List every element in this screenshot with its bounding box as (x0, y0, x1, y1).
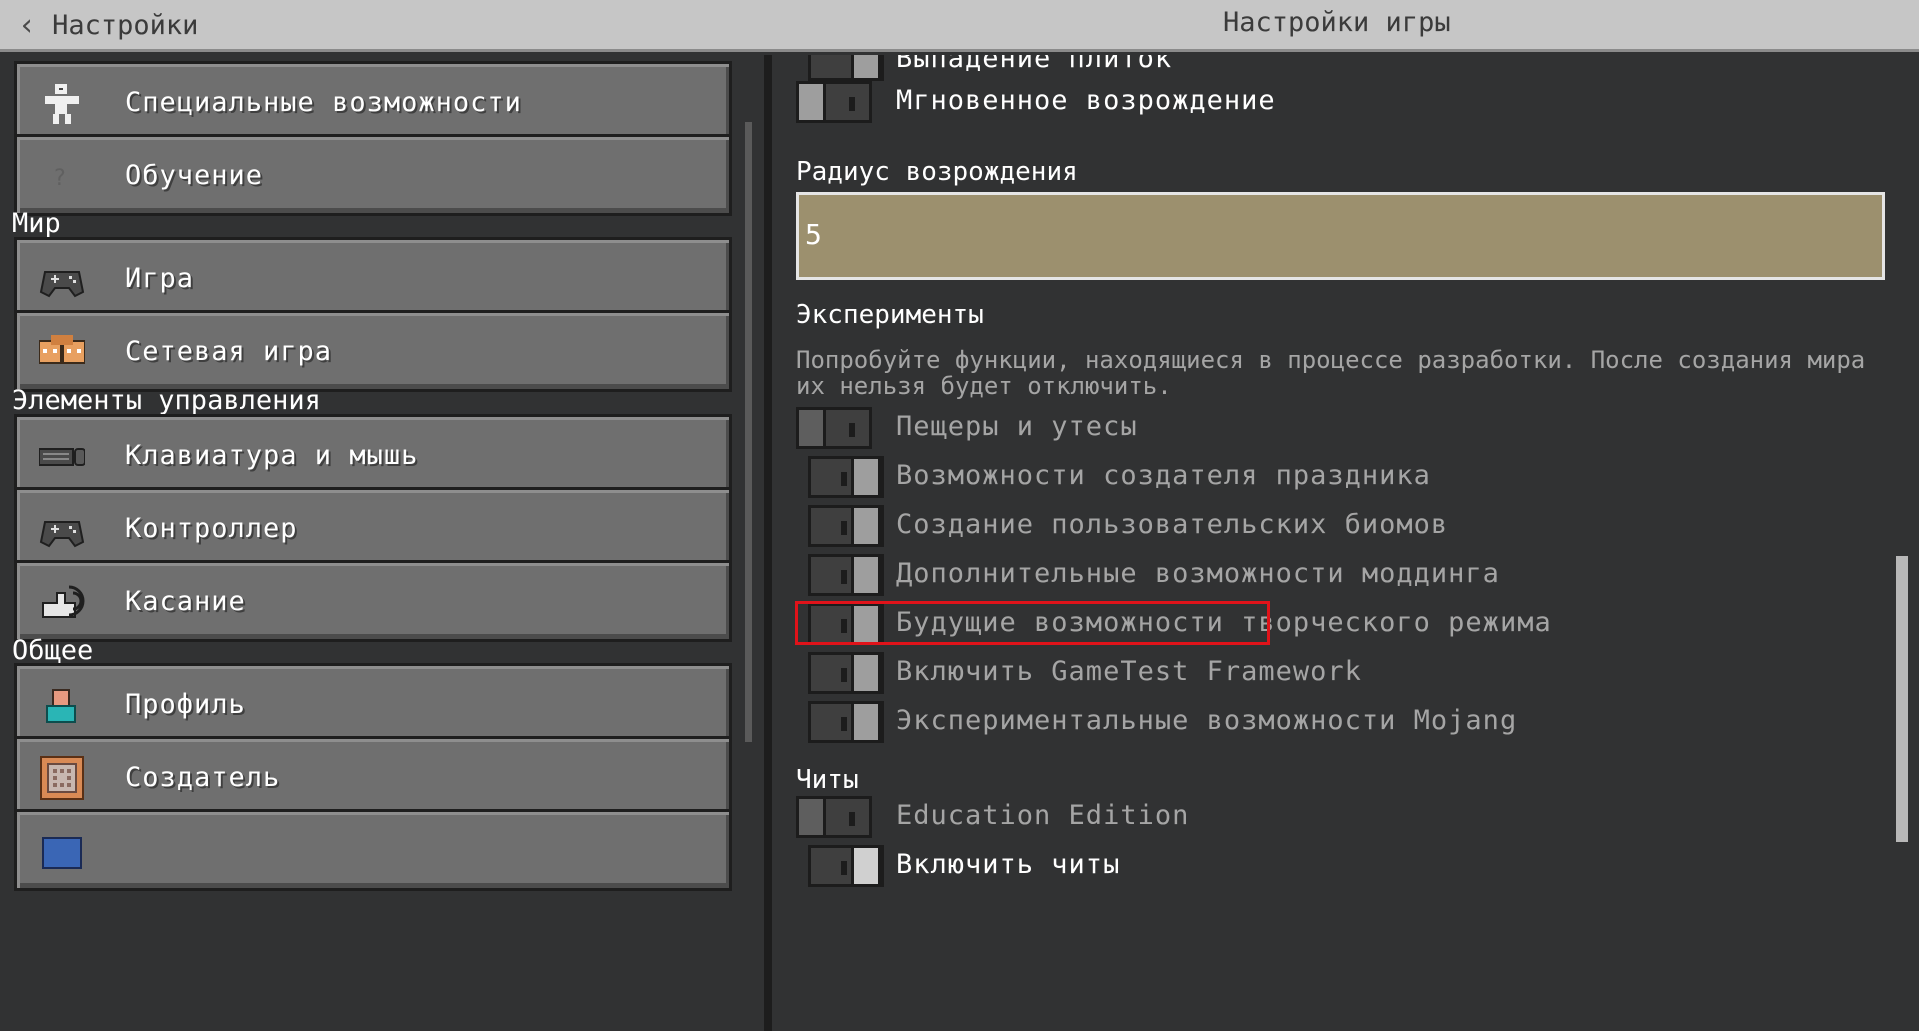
toggle-pip (849, 423, 855, 437)
instant-respawn-toggle[interactable] (796, 81, 872, 123)
cheats-heading: Читы (796, 765, 859, 795)
section-heading-general: Общее (12, 635, 94, 666)
sidebar-item-label: Сетевая игра (125, 335, 333, 367)
option-label: Пещеры и утесы (896, 411, 1138, 442)
toggle-pip (841, 717, 847, 731)
toggle-knob (851, 845, 881, 887)
toggle-knob (796, 796, 826, 838)
sidebar-item-label: Контроллер (125, 512, 298, 544)
experiments-description: Попробуйте функции, находящиеся в процес… (796, 346, 1866, 400)
toggle-knob (851, 554, 881, 596)
page-title: Настройки игры (1223, 7, 1451, 38)
tile-drops-toggle[interactable] (808, 55, 884, 81)
sidebar-item-multiplayer[interactable]: Сетевая игра (14, 310, 732, 392)
toggle-knob (851, 456, 881, 498)
gamepad-icon (39, 271, 85, 298)
option-label: Дополнительные возможности моддинга (896, 558, 1500, 589)
accessibility-icon (45, 84, 79, 124)
experiment-toggle[interactable] (808, 701, 884, 743)
storage-icon (42, 837, 82, 869)
sidebar-item-label: Профиль (125, 688, 246, 720)
sidebar-item-controller[interactable]: Контроллер (14, 487, 732, 569)
sidebar-item-touch[interactable]: Касание (14, 560, 732, 642)
option-label: Выпадение плиток (896, 55, 1173, 74)
experiments-heading: Эксперименты (796, 300, 984, 330)
panel-divider (764, 55, 772, 1031)
option-label: Создание пользовательских биомов (896, 509, 1449, 540)
experiment-toggle[interactable] (808, 554, 884, 596)
sidebar-item-game[interactable]: Игра (14, 237, 732, 319)
section-heading-controls: Элементы управления (12, 385, 321, 416)
toggle-pip (841, 570, 847, 584)
section-heading-world: Мир (12, 208, 61, 239)
back-label: Настройки (52, 9, 199, 41)
sidebar-item-label: Игра (125, 262, 195, 294)
toggle-knob (851, 55, 881, 81)
sidebar-item-tutorial[interactable]: ? Обучение (14, 134, 732, 216)
sidebar-item-label: Касание (125, 585, 246, 617)
toggle-knob (851, 701, 881, 743)
svg-text:?: ? (53, 166, 66, 191)
content-scrollbar-track[interactable] (1894, 55, 1908, 1031)
toggle-pip (849, 97, 855, 111)
gametest-toggle[interactable] (808, 652, 884, 694)
education-edition-toggle[interactable] (796, 796, 872, 838)
option-label: Включить GameTest Framework (896, 656, 1362, 687)
sidebar-item-creator[interactable]: Создатель (14, 736, 732, 818)
toggle-knob (796, 81, 826, 123)
help-icon: ? (53, 166, 66, 191)
experiment-toggle[interactable] (808, 456, 884, 498)
option-label: Экспериментальные возможности Mojang (896, 705, 1518, 736)
toggle-pip (841, 521, 847, 535)
toggle-pip (849, 812, 855, 826)
toggle-knob (851, 652, 881, 694)
sidebar-item-label: Специальные возможности (125, 86, 522, 118)
keyboard-mouse-icon (39, 448, 85, 466)
option-label: Включить читы (896, 849, 1121, 880)
toggle-pip (841, 668, 847, 682)
sidebar-item-label: Создатель (125, 761, 281, 793)
toggle-pip (841, 472, 847, 486)
title-bar: ‹ Настройки Настройки игры (0, 0, 1919, 52)
touch-icon (42, 585, 85, 618)
creator-icon (40, 756, 84, 800)
option-label: Мгновенное возрождение (896, 85, 1276, 116)
settings-sidebar: Специальные возможности ? Обучение Мир И… (0, 55, 752, 1031)
controller-icon (39, 521, 85, 548)
sidebar-item-label: Клавиатура и мышь (125, 439, 419, 471)
back-button[interactable]: ‹ Настройки (18, 0, 198, 50)
game-settings-panel: Выпадение плиток Мгновенное возрождение … (772, 55, 1919, 1031)
sidebar-item-label: Обучение (125, 159, 264, 191)
toggle-pip (841, 861, 847, 875)
content-scrollbar-thumb[interactable] (1896, 556, 1908, 842)
toggle-knob (851, 505, 881, 547)
sidebar-item-profile[interactable]: Профиль (14, 663, 732, 745)
highlight-box (795, 601, 1270, 645)
sidebar-item-accessibility[interactable]: Специальные возможности (14, 61, 732, 143)
enable-cheats-toggle[interactable] (808, 845, 884, 887)
spawn-radius-label: Радиус возрождения (796, 157, 1078, 187)
profile-icon (46, 689, 76, 723)
experiment-toggle[interactable] (808, 505, 884, 547)
sidebar-item-keyboard-mouse[interactable]: Клавиатура и мышь (14, 414, 732, 496)
experiment-toggle[interactable] (796, 407, 872, 449)
spawn-radius-input[interactable]: 5 (796, 192, 1885, 280)
sidebar-item-partial[interactable] (14, 809, 732, 891)
option-label: Возможности создателя праздника (896, 460, 1431, 491)
option-label: Education Edition (896, 800, 1190, 831)
multiplayer-icon (39, 335, 85, 364)
toggle-knob (796, 407, 826, 449)
sidebar-scrollbar[interactable] (745, 122, 752, 742)
chevron-left-icon: ‹ (18, 7, 37, 43)
